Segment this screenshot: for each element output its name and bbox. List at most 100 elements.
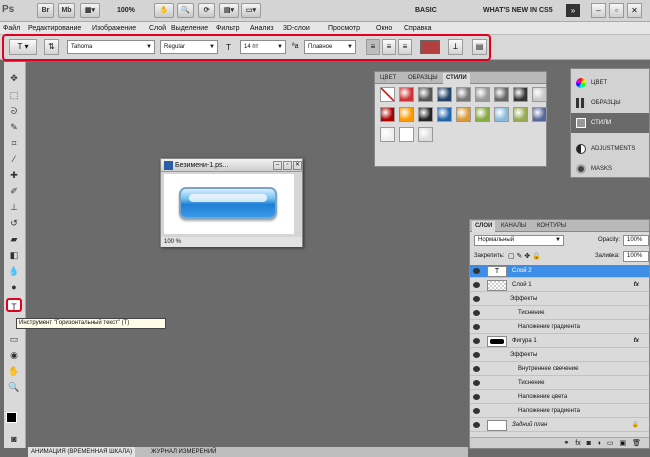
document-window[interactable]: Безимени-1.ps... – ▫ ✕ 100 % (160, 158, 303, 247)
marquee-tool-icon[interactable]: ⬚ (6, 88, 22, 102)
visibility-eye-icon[interactable] (473, 338, 480, 344)
tab-measurement-log[interactable]: ЖУРНАЛ ИЗМЕРЕНИЙ (148, 447, 219, 457)
layer-row[interactable]: Наложение градиента (470, 321, 649, 334)
history-brush-tool-icon[interactable]: ↺ (6, 216, 22, 230)
visibility-eye-icon[interactable] (473, 310, 480, 316)
visibility-eye-icon[interactable] (473, 422, 480, 428)
zoom-level[interactable]: 100% (117, 5, 135, 17)
eyedropper-tool-icon[interactable]: ⁄ (6, 152, 22, 166)
zoom-tool-icon[interactable]: 🔍 (6, 380, 22, 394)
style-swatch[interactable] (475, 87, 490, 102)
visibility-eye-icon[interactable] (473, 296, 480, 302)
layer-row[interactable]: Эффекты (470, 293, 649, 306)
layer-row[interactable]: Наложение градиента (470, 405, 649, 418)
close-icon[interactable]: ✕ (627, 3, 642, 18)
layer-row[interactable]: Внутреннее свечение (470, 363, 649, 376)
tab-paths[interactable]: КОНТУРЫ (534, 221, 569, 232)
tab-layers[interactable]: СЛОИ (472, 221, 496, 232)
bridge-button[interactable]: Br (37, 3, 54, 18)
hand-tool-icon[interactable]: ✋ (6, 364, 22, 378)
visibility-eye-icon[interactable] (473, 324, 480, 330)
doc-close-icon[interactable]: ✕ (293, 161, 302, 170)
workspace-basic[interactable]: BASIC (415, 5, 437, 17)
style-swatch[interactable] (494, 107, 509, 122)
layer-row[interactable]: Тиснение (470, 307, 649, 320)
style-swatch[interactable] (399, 127, 414, 142)
crop-tool-icon[interactable]: ⌗ (6, 136, 22, 150)
dock-masks[interactable]: MASKS (571, 159, 649, 179)
visibility-eye-icon[interactable] (473, 282, 480, 288)
style-swatch[interactable] (513, 107, 528, 122)
tab-swatches[interactable]: ОБРАЗЦЫ (405, 73, 441, 84)
fx-icon[interactable]: fx (634, 279, 639, 292)
style-swatch[interactable] (513, 87, 528, 102)
dock-color[interactable]: ЦВЕТ (571, 73, 649, 93)
style-swatch[interactable] (532, 87, 547, 102)
visibility-eye-icon[interactable] (473, 352, 480, 358)
style-swatch[interactable] (532, 107, 547, 122)
horizontal-type-tool-icon[interactable]: T (6, 298, 22, 312)
layer-row[interactable]: Фигура 1 fx (470, 335, 649, 348)
lock-icons[interactable]: ▢ ✎ ✥ 🔒 (508, 252, 541, 260)
style-swatch[interactable] (380, 87, 395, 102)
style-swatch[interactable] (418, 107, 433, 122)
healing-tool-icon[interactable]: ✚ (6, 168, 22, 182)
document-zoom[interactable]: 100 % (161, 239, 181, 245)
style-swatch[interactable] (437, 87, 452, 102)
foreground-color-swatch[interactable] (6, 412, 17, 423)
style-swatch[interactable] (380, 107, 395, 122)
tab-color[interactable]: ЦВЕТ (377, 73, 399, 84)
layer-row[interactable]: Слой 1 fx (470, 279, 649, 292)
gradient-tool-icon[interactable]: ◧ (6, 248, 22, 262)
zoom-tool-button[interactable]: 🔍 (177, 3, 194, 18)
canvas-area[interactable] (164, 174, 294, 234)
stamp-tool-icon[interactable]: ⊥ (6, 200, 22, 214)
style-swatch[interactable] (437, 107, 452, 122)
style-swatch[interactable] (399, 107, 414, 122)
quick-select-tool-icon[interactable]: ✎ (6, 120, 22, 134)
view-extras-button[interactable]: ▦▾ (80, 3, 100, 18)
visibility-eye-icon[interactable] (473, 380, 480, 386)
layer-row[interactable]: Наложение цвета (470, 391, 649, 404)
tab-styles[interactable]: СТИЛИ (443, 73, 470, 84)
style-swatch[interactable] (399, 87, 414, 102)
shape-tool-icon[interactable]: ▭ (6, 332, 22, 346)
minimize-icon[interactable]: – (591, 3, 606, 18)
dock-styles[interactable]: СТИЛИ (571, 113, 649, 133)
layers-footer-icons[interactable]: ⚭ fx ◙ ◑ ▭ ▣ 🗑 (470, 437, 649, 448)
more-workspaces-icon[interactable]: » (566, 4, 580, 17)
visibility-eye-icon[interactable] (473, 268, 480, 274)
move-tool-icon[interactable]: ✥ (6, 71, 22, 85)
layer-row[interactable]: Задний план 🔒 (470, 419, 649, 432)
layer-row[interactable]: T Слой 2 (470, 265, 649, 278)
3d-rotate-tool-icon[interactable]: ◉ (6, 348, 22, 362)
visibility-eye-icon[interactable] (473, 408, 480, 414)
hand-tool-button[interactable]: ✋ (154, 3, 174, 18)
blur-tool-icon[interactable]: 💧 (6, 264, 22, 278)
dock-swatches[interactable]: ОБРАЗЦЫ (571, 93, 649, 113)
lasso-tool-icon[interactable]: ᘐ (6, 104, 22, 118)
style-swatch[interactable] (418, 127, 433, 142)
blend-mode-select[interactable]: Нормальный ▼ (474, 235, 564, 246)
layer-row[interactable]: Эффекты (470, 349, 649, 362)
screen-mode-button[interactable]: ▭▾ (241, 3, 261, 18)
restore-icon[interactable]: ▫ (609, 3, 624, 18)
minibridge-button[interactable]: Mb (58, 3, 75, 18)
opacity-field[interactable]: 100% (623, 235, 649, 246)
tab-animation[interactable]: АНИМАЦИЯ (ВРЕМЕННАЯ ШКАЛА) (28, 447, 136, 457)
brush-tool-icon[interactable]: ✐ (6, 184, 22, 198)
style-swatch[interactable] (456, 107, 471, 122)
style-swatch[interactable] (456, 87, 471, 102)
style-swatch[interactable] (494, 87, 509, 102)
tab-channels[interactable]: КАНАЛЫ (498, 221, 529, 232)
eraser-tool-icon[interactable]: ▰ (6, 232, 22, 246)
doc-minimize-icon[interactable]: – (273, 161, 282, 170)
workspace-whats-new[interactable]: WHAT'S NEW IN CS5 (483, 5, 553, 17)
document-titlebar[interactable]: Безимени-1.ps... – ▫ ✕ (161, 159, 302, 172)
visibility-eye-icon[interactable] (473, 366, 480, 372)
style-swatch[interactable] (380, 127, 395, 142)
visibility-eye-icon[interactable] (473, 394, 480, 400)
layer-row[interactable]: Тиснение (470, 377, 649, 390)
rotate-view-button[interactable]: ⟳ (198, 3, 215, 18)
dodge-tool-icon[interactable]: ● (6, 280, 22, 294)
